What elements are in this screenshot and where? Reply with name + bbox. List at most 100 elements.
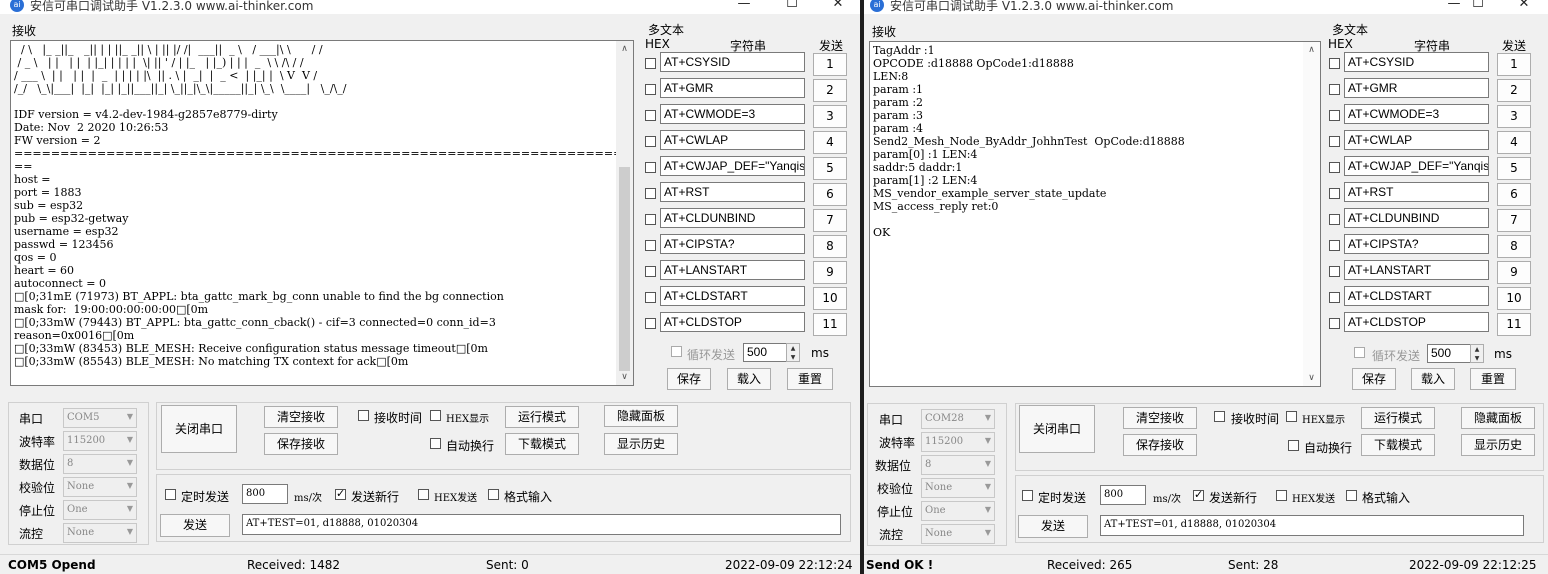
send-period-input[interactable]: 800 — [242, 484, 288, 504]
multi-command-input[interactable]: AT+GMR — [1344, 78, 1489, 98]
multi-command-input[interactable]: AT+RST — [1344, 182, 1489, 202]
stop-bits-select[interactable]: One ▼ — [921, 501, 995, 521]
multi-command-input[interactable]: AT+LANSTART — [660, 260, 805, 280]
multi-command-input[interactable]: AT+LANSTART — [1344, 260, 1489, 280]
save-recv-button[interactable]: 保存接收 — [264, 433, 338, 455]
parity-select[interactable]: None ▼ — [921, 478, 995, 498]
multi-hex-checkbox[interactable] — [645, 58, 656, 69]
multi-command-input[interactable]: AT+CWJAP_DEF="Yanqisu — [660, 156, 805, 176]
multi-send-button[interactable]: 10 — [1497, 287, 1531, 310]
save-button[interactable]: 保存 — [667, 368, 711, 390]
multi-hex-checkbox[interactable] — [1329, 292, 1340, 303]
close-icon[interactable]: ✕ — [1502, 0, 1546, 14]
multi-command-input[interactable]: AT+CIPSTA? — [660, 234, 805, 254]
hex-send-checkbox[interactable] — [1276, 490, 1287, 501]
data-bits-select[interactable]: 8 ▼ — [63, 454, 137, 474]
multi-hex-checkbox[interactable] — [1329, 58, 1340, 69]
send-newline-checkbox[interactable] — [1193, 488, 1204, 501]
multi-hex-checkbox[interactable] — [645, 318, 656, 329]
flow-select[interactable]: None ▼ — [63, 523, 137, 543]
multi-send-button[interactable]: 11 — [813, 313, 847, 336]
recv-time-checkbox[interactable] — [358, 410, 369, 421]
multi-send-button[interactable]: 5 — [813, 157, 847, 180]
save-recv-button[interactable]: 保存接收 — [1123, 434, 1197, 456]
multi-hex-checkbox[interactable] — [645, 188, 656, 199]
scroll-down-icon[interactable]: ∨ — [1303, 370, 1320, 386]
close-port-button[interactable]: 关闭串口 — [1019, 405, 1095, 453]
hex-show-checkbox[interactable] — [1286, 411, 1297, 422]
format-input-checkbox[interactable] — [488, 489, 499, 500]
send-button[interactable]: 发送 — [1018, 515, 1088, 538]
maximize-icon[interactable]: ☐ — [1456, 0, 1500, 14]
multi-send-button[interactable]: 8 — [1497, 235, 1531, 258]
recv-textarea[interactable]: TagAddr :1 OPCODE :d18888 OpCode1:d18888… — [869, 41, 1321, 387]
maximize-icon[interactable]: ☐ — [770, 0, 814, 14]
download-mode-button[interactable]: 下载模式 — [505, 433, 579, 455]
multi-send-button[interactable]: 1 — [813, 53, 847, 76]
send-newline-checkbox[interactable] — [335, 487, 346, 500]
scroll-up-icon[interactable]: ∧ — [616, 41, 633, 57]
multi-send-button[interactable]: 11 — [1497, 313, 1531, 336]
multi-send-button[interactable]: 3 — [1497, 105, 1531, 128]
baud-select[interactable]: 115200 ▼ — [921, 432, 995, 452]
multi-command-input[interactable]: AT+CLDSTART — [1344, 286, 1489, 306]
port-select[interactable]: COM5 ▼ — [63, 408, 137, 428]
reset-button[interactable]: 重置 — [1470, 368, 1516, 390]
run-mode-button[interactable]: 运行模式 — [1361, 407, 1435, 429]
multi-command-input[interactable]: AT+GMR — [660, 78, 805, 98]
stop-bits-select[interactable]: One ▼ — [63, 500, 137, 520]
multi-command-input[interactable]: AT+CLDUNBIND — [660, 208, 805, 228]
multi-command-input[interactable]: AT+CWLAP — [660, 130, 805, 150]
multi-hex-checkbox[interactable] — [1329, 84, 1340, 95]
recv-textarea[interactable]: / \ |_ _||_ _|| | | ||_ _|| \ | || |/ /|… — [10, 40, 634, 386]
flow-select[interactable]: None ▼ — [921, 524, 995, 544]
multi-command-input[interactable]: AT+CLDSTART — [660, 286, 805, 306]
multi-hex-checkbox[interactable] — [1329, 240, 1340, 251]
clear-recv-button[interactable]: 清空接收 — [264, 406, 338, 428]
multi-hex-checkbox[interactable] — [1329, 110, 1340, 121]
minimize-icon[interactable]: — — [722, 0, 766, 14]
multi-command-input[interactable]: AT+CSYSID — [1344, 52, 1489, 72]
clear-recv-button[interactable]: 清空接收 — [1123, 407, 1197, 429]
send-button[interactable]: 发送 — [160, 514, 230, 537]
multi-send-button[interactable]: 9 — [813, 261, 847, 284]
multi-command-input[interactable]: AT+CWLAP — [1344, 130, 1489, 150]
loop-send-checkbox[interactable] — [1354, 347, 1365, 358]
multi-hex-checkbox[interactable] — [645, 214, 656, 225]
send-text-input[interactable]: AT+TEST=01, d18888, 01020304 — [1100, 515, 1524, 536]
multi-hex-checkbox[interactable] — [1329, 136, 1340, 147]
hide-panel-button[interactable]: 隐藏面板 — [604, 405, 678, 427]
loop-interval-input[interactable]: 500 — [743, 343, 788, 362]
multi-hex-checkbox[interactable] — [645, 84, 656, 95]
multi-send-button[interactable]: 4 — [813, 131, 847, 154]
multi-command-input[interactable]: AT+CIPSTA? — [1344, 234, 1489, 254]
hex-send-checkbox[interactable] — [418, 489, 429, 500]
send-text-input[interactable]: AT+TEST=01, d18888, 01020304 — [242, 514, 841, 535]
hide-panel-button[interactable]: 隐藏面板 — [1461, 407, 1535, 429]
multi-hex-checkbox[interactable] — [645, 110, 656, 121]
run-mode-button[interactable]: 运行模式 — [505, 406, 579, 428]
parity-select[interactable]: None ▼ — [63, 477, 137, 497]
multi-hex-checkbox[interactable] — [645, 162, 656, 173]
recv-scrollbar[interactable]: ∧ ∨ — [616, 41, 633, 385]
interval-spinner[interactable]: ▲ ▼ — [786, 343, 800, 362]
multi-send-button[interactable]: 8 — [813, 235, 847, 258]
timed-send-checkbox[interactable] — [1022, 490, 1033, 501]
format-input-checkbox[interactable] — [1346, 490, 1357, 501]
scroll-up-icon[interactable]: ∧ — [1303, 42, 1320, 58]
multi-send-button[interactable]: 2 — [813, 79, 847, 102]
multi-send-button[interactable]: 1 — [1497, 53, 1531, 76]
multi-command-input[interactable]: AT+RST — [660, 182, 805, 202]
load-button[interactable]: 载入 — [1411, 368, 1455, 390]
multi-hex-checkbox[interactable] — [645, 240, 656, 251]
multi-send-button[interactable]: 6 — [1497, 183, 1531, 206]
multi-command-input[interactable]: AT+CLDSTOP — [1344, 312, 1489, 332]
multi-hex-checkbox[interactable] — [645, 292, 656, 303]
multi-command-input[interactable]: AT+CLDSTOP — [660, 312, 805, 332]
download-mode-button[interactable]: 下载模式 — [1361, 434, 1435, 456]
multi-command-input[interactable]: AT+CWJAP_DEF="Yanqisu — [1344, 156, 1489, 176]
loop-send-checkbox[interactable] — [671, 346, 682, 357]
multi-hex-checkbox[interactable] — [1329, 266, 1340, 277]
multi-hex-checkbox[interactable] — [1329, 188, 1340, 199]
multi-send-button[interactable]: 7 — [813, 209, 847, 232]
